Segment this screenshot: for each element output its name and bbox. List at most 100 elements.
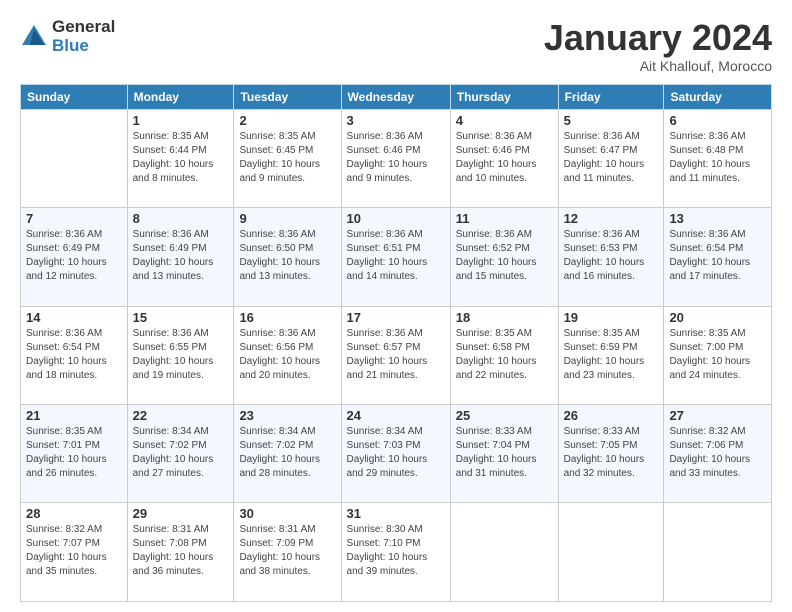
calendar-cell: 21Sunrise: 8:35 AM Sunset: 7:01 PM Dayli… <box>21 405 128 503</box>
calendar-cell: 2 Sunrise: 8:35 AM Sunset: 6:45 PM Daylig… <box>234 109 341 207</box>
day-info: Sunrise: 8:30 AM Sunset: 7:10 PM Dayligh… <box>347 523 445 579</box>
day-number: 27 <box>669 408 766 423</box>
page: General Blue January 2024 Ait Khallouf, … <box>0 0 792 612</box>
calendar-cell <box>558 503 664 602</box>
day-number: 24 <box>347 408 445 423</box>
day-number: 13 <box>669 211 766 226</box>
day-info: Sunrise: 8:36 AM Sunset: 6:51 PM Dayligh… <box>347 228 445 284</box>
day-number: 1 <box>133 113 229 128</box>
calendar-cell: 8 Sunrise: 8:36 AM Sunset: 6:49 PM Daylig… <box>127 208 234 306</box>
calendar-cell: 1 Sunrise: 8:35 AM Sunset: 6:44 PM Daylig… <box>127 109 234 207</box>
day-header-saturday: Saturday <box>664 84 772 109</box>
calendar-header-row: SundayMondayTuesdayWednesdayThursdayFrid… <box>21 84 772 109</box>
day-info: Sunrise: 8:36 AM Sunset: 6:50 PM Dayligh… <box>239 228 335 284</box>
day-number: 6 <box>669 113 766 128</box>
logo: General Blue <box>20 18 115 55</box>
calendar-cell: 5 Sunrise: 8:36 AM Sunset: 6:47 PM Daylig… <box>558 109 664 207</box>
calendar-cell: 26 Sunrise: 8:33 AM Sunset: 7:05 PM Dayli… <box>558 405 664 503</box>
day-number: 29 <box>133 506 229 521</box>
calendar-cell <box>21 109 128 207</box>
day-number: 8 <box>133 211 229 226</box>
calendar-cell <box>664 503 772 602</box>
day-info: Sunrise: 8:36 AM Sunset: 6:54 PM Dayligh… <box>26 327 122 383</box>
day-info: Sunrise: 8:36 AM Sunset: 6:54 PM Dayligh… <box>669 228 766 284</box>
calendar-cell: 11 Sunrise: 8:36 AM Sunset: 6:52 PM Dayli… <box>450 208 558 306</box>
calendar-cell: 6 Sunrise: 8:36 AM Sunset: 6:48 PM Daylig… <box>664 109 772 207</box>
day-number: 21 <box>26 408 122 423</box>
day-number: 25 <box>456 408 553 423</box>
calendar-cell: 3Sunrise: 8:36 AM Sunset: 6:46 PM Daylig… <box>341 109 450 207</box>
day-number: 4 <box>456 113 553 128</box>
day-number: 10 <box>347 211 445 226</box>
calendar-cell: 19Sunrise: 8:35 AM Sunset: 6:59 PM Dayli… <box>558 306 664 404</box>
day-number: 20 <box>669 310 766 325</box>
day-number: 31 <box>347 506 445 521</box>
day-info: Sunrise: 8:36 AM Sunset: 6:52 PM Dayligh… <box>456 228 553 284</box>
calendar-cell: 22Sunrise: 8:34 AM Sunset: 7:02 PM Dayli… <box>127 405 234 503</box>
day-info: Sunrise: 8:36 AM Sunset: 6:49 PM Dayligh… <box>133 228 229 284</box>
calendar-cell: 31 Sunrise: 8:30 AM Sunset: 7:10 PM Dayli… <box>341 503 450 602</box>
logo-blue: Blue <box>52 37 115 56</box>
header: General Blue January 2024 Ait Khallouf, … <box>20 18 772 74</box>
title-block: January 2024 Ait Khallouf, Morocco <box>544 18 772 74</box>
calendar-cell: 15Sunrise: 8:36 AM Sunset: 6:55 PM Dayli… <box>127 306 234 404</box>
day-info: Sunrise: 8:36 AM Sunset: 6:46 PM Dayligh… <box>456 130 553 186</box>
month-title: January 2024 <box>544 18 772 58</box>
day-info: Sunrise: 8:32 AM Sunset: 7:07 PM Dayligh… <box>26 523 122 579</box>
day-number: 26 <box>564 408 659 423</box>
day-info: Sunrise: 8:35 AM Sunset: 6:45 PM Dayligh… <box>239 130 335 186</box>
location: Ait Khallouf, Morocco <box>544 58 772 74</box>
calendar-cell: 7Sunrise: 8:36 AM Sunset: 6:49 PM Daylig… <box>21 208 128 306</box>
day-info: Sunrise: 8:34 AM Sunset: 7:03 PM Dayligh… <box>347 425 445 481</box>
calendar-cell: 17Sunrise: 8:36 AM Sunset: 6:57 PM Dayli… <box>341 306 450 404</box>
day-info: Sunrise: 8:35 AM Sunset: 6:58 PM Dayligh… <box>456 327 553 383</box>
calendar-cell: 4 Sunrise: 8:36 AM Sunset: 6:46 PM Daylig… <box>450 109 558 207</box>
day-number: 23 <box>239 408 335 423</box>
week-row-1: 7Sunrise: 8:36 AM Sunset: 6:49 PM Daylig… <box>21 208 772 306</box>
day-number: 5 <box>564 113 659 128</box>
day-info: Sunrise: 8:36 AM Sunset: 6:47 PM Dayligh… <box>564 130 659 186</box>
day-number: 30 <box>239 506 335 521</box>
day-info: Sunrise: 8:36 AM Sunset: 6:57 PM Dayligh… <box>347 327 445 383</box>
day-info: Sunrise: 8:33 AM Sunset: 7:05 PM Dayligh… <box>564 425 659 481</box>
day-info: Sunrise: 8:35 AM Sunset: 7:00 PM Dayligh… <box>669 327 766 383</box>
calendar-cell: 24 Sunrise: 8:34 AM Sunset: 7:03 PM Dayli… <box>341 405 450 503</box>
day-header-friday: Friday <box>558 84 664 109</box>
day-number: 12 <box>564 211 659 226</box>
calendar: SundayMondayTuesdayWednesdayThursdayFrid… <box>20 84 772 602</box>
day-header-sunday: Sunday <box>21 84 128 109</box>
logo-icon <box>20 23 48 51</box>
calendar-cell: 23 Sunrise: 8:34 AM Sunset: 7:02 PM Dayli… <box>234 405 341 503</box>
day-header-monday: Monday <box>127 84 234 109</box>
day-info: Sunrise: 8:33 AM Sunset: 7:04 PM Dayligh… <box>456 425 553 481</box>
calendar-cell: 29Sunrise: 8:31 AM Sunset: 7:08 PM Dayli… <box>127 503 234 602</box>
day-header-thursday: Thursday <box>450 84 558 109</box>
calendar-cell: 18Sunrise: 8:35 AM Sunset: 6:58 PM Dayli… <box>450 306 558 404</box>
calendar-cell: 27 Sunrise: 8:32 AM Sunset: 7:06 PM Dayli… <box>664 405 772 503</box>
day-info: Sunrise: 8:36 AM Sunset: 6:56 PM Dayligh… <box>239 327 335 383</box>
day-number: 3 <box>347 113 445 128</box>
day-number: 16 <box>239 310 335 325</box>
day-header-wednesday: Wednesday <box>341 84 450 109</box>
day-info: Sunrise: 8:31 AM Sunset: 7:09 PM Dayligh… <box>239 523 335 579</box>
day-info: Sunrise: 8:36 AM Sunset: 6:53 PM Dayligh… <box>564 228 659 284</box>
week-row-4: 28 Sunrise: 8:32 AM Sunset: 7:07 PM Dayli… <box>21 503 772 602</box>
day-number: 9 <box>239 211 335 226</box>
day-info: Sunrise: 8:32 AM Sunset: 7:06 PM Dayligh… <box>669 425 766 481</box>
day-number: 28 <box>26 506 122 521</box>
calendar-cell: 30 Sunrise: 8:31 AM Sunset: 7:09 PM Dayli… <box>234 503 341 602</box>
calendar-cell: 20 Sunrise: 8:35 AM Sunset: 7:00 PM Dayli… <box>664 306 772 404</box>
calendar-cell <box>450 503 558 602</box>
day-info: Sunrise: 8:35 AM Sunset: 6:44 PM Dayligh… <box>133 130 229 186</box>
calendar-cell: 14 Sunrise: 8:36 AM Sunset: 6:54 PM Dayli… <box>21 306 128 404</box>
day-info: Sunrise: 8:35 AM Sunset: 6:59 PM Dayligh… <box>564 327 659 383</box>
logo-text: General Blue <box>52 18 115 55</box>
day-number: 2 <box>239 113 335 128</box>
logo-general: General <box>52 18 115 37</box>
day-number: 15 <box>133 310 229 325</box>
day-number: 14 <box>26 310 122 325</box>
day-number: 11 <box>456 211 553 226</box>
day-info: Sunrise: 8:36 AM Sunset: 6:48 PM Dayligh… <box>669 130 766 186</box>
day-info: Sunrise: 8:36 AM Sunset: 6:49 PM Dayligh… <box>26 228 122 284</box>
day-info: Sunrise: 8:34 AM Sunset: 7:02 PM Dayligh… <box>239 425 335 481</box>
